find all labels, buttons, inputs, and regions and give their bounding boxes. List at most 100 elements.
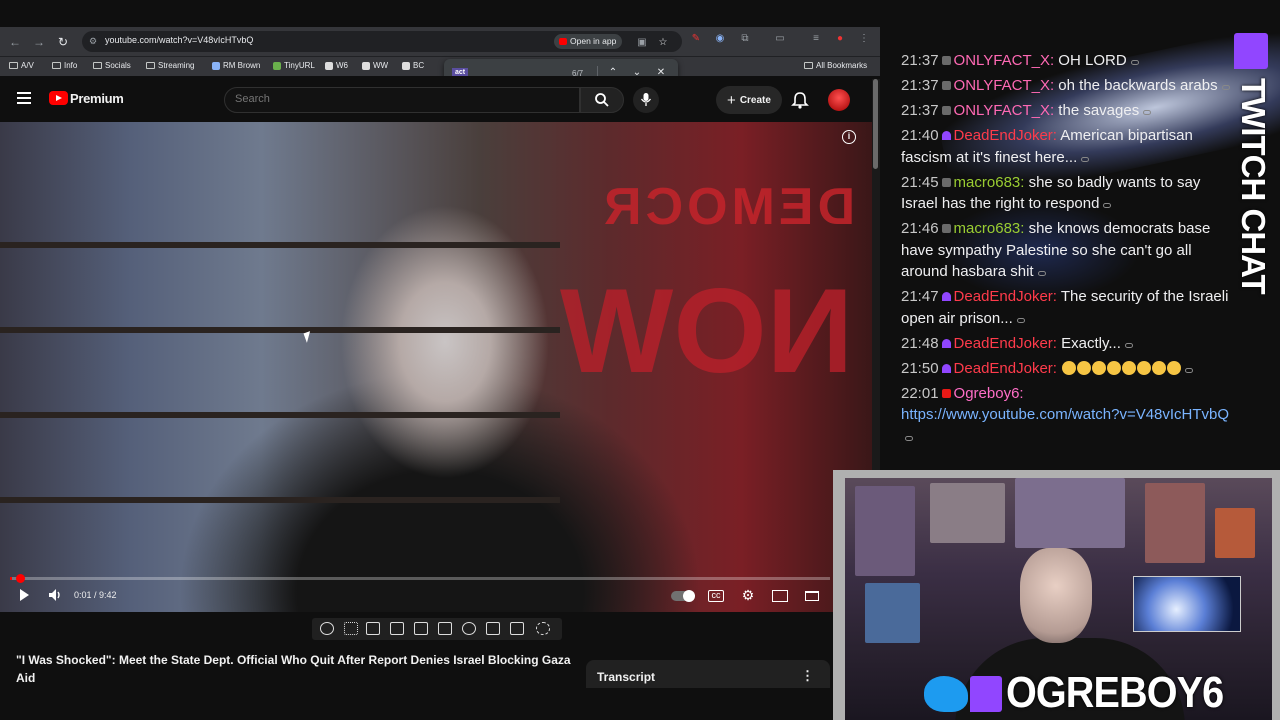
bookmark-star-icon[interactable]: ☆	[657, 37, 669, 49]
chat-message: 22:01 Ogreboy6: https://www.youtube.com/w…	[901, 383, 1236, 448]
extension-audio-icon[interactable]: ◉	[714, 33, 726, 45]
voice-search-button[interactable]	[633, 87, 659, 113]
info-icon[interactable]: i	[842, 130, 856, 144]
hamburger-menu-icon[interactable]	[17, 92, 31, 104]
wall-poster	[1015, 478, 1125, 548]
scrubber-handle[interactable]	[16, 574, 25, 583]
open-in-app-button[interactable]: Open in app	[554, 34, 623, 49]
chat-username[interactable]: DeadEndJoker:	[954, 127, 1057, 144]
user-badge-icon	[941, 106, 951, 115]
twitch-chat-overlay: 21:37 ONLYFACT_X: OH LORD 21:37 ONLYFACT_X:…	[880, 0, 1280, 470]
cast-icon[interactable]: ▭	[774, 33, 786, 45]
install-icon[interactable]: ▣	[636, 37, 648, 49]
audio-mode-icon[interactable]	[344, 622, 358, 635]
screenshot-icon[interactable]	[366, 622, 380, 635]
bookmark-streaming[interactable]: Streaming	[146, 61, 194, 70]
site-info-icon[interactable]: ⚙	[89, 36, 99, 46]
miniplayer-icon[interactable]	[772, 590, 788, 602]
chat-username[interactable]: DeadEndJoker:	[954, 288, 1057, 305]
media-icon[interactable]: ≡	[810, 33, 822, 45]
search-field[interactable]	[224, 87, 580, 113]
folder-icon	[9, 62, 18, 69]
bookmark-info[interactable]: Info	[52, 61, 77, 70]
chat-username[interactable]: DeadEndJoker:	[954, 360, 1057, 377]
chat-timestamp: 21:46	[901, 220, 939, 237]
user-badge-icon	[941, 177, 951, 187]
captions-icon[interactable]: cc	[708, 590, 724, 602]
folder-icon	[804, 62, 813, 69]
chat-message-list: 21:37 ONLYFACT_X: OH LORD 21:37 ONLYFACT_X:…	[901, 50, 1236, 451]
message-indicator-icon	[1185, 367, 1194, 373]
video-progress-bar[interactable]	[10, 574, 830, 583]
chat-username[interactable]: ONLYFACT_X:	[954, 77, 1055, 94]
site-icon	[402, 61, 410, 70]
search-icon	[595, 93, 609, 107]
profile-icon[interactable]: ●	[834, 33, 846, 45]
user-badge-icon	[941, 131, 951, 140]
chat-link[interactable]: https://www.youtube.com/watch?v=V48vIcHT…	[901, 406, 1229, 423]
extension-pen-icon[interactable]: ✎	[690, 33, 702, 45]
chat-username[interactable]: macro683:	[954, 174, 1025, 191]
user-badge-icon	[941, 81, 951, 90]
address-bar[interactable]: ⚙ youtube.com/watch?v=V48vIcHTvbQ Open i…	[82, 31, 682, 52]
chat-username[interactable]: ONLYFACT_X:	[954, 102, 1055, 119]
studio-sign-text: DEMOCR	[600, 178, 856, 236]
play-icon[interactable]	[15, 587, 33, 603]
wall-poster	[930, 483, 1005, 543]
laughing-emote-icon	[1077, 360, 1092, 375]
speed-icon[interactable]	[462, 622, 476, 635]
gear-icon[interactable]	[536, 622, 550, 635]
laughing-emote-icon	[1062, 360, 1077, 375]
bookmark-ww[interactable]: WW	[362, 61, 388, 70]
transcript-panel[interactable]: Transcript ⋮	[586, 660, 830, 688]
chat-username[interactable]: macro683:	[954, 220, 1025, 237]
add-icon[interactable]	[486, 622, 500, 635]
extensions-icon[interactable]: ⧉	[739, 33, 751, 45]
youtube-logo-icon[interactable]	[49, 91, 68, 105]
scrollbar-thumb[interactable]	[873, 79, 878, 169]
chat-timestamp: 21:45	[901, 173, 939, 191]
bookmark-socials[interactable]: Socials	[93, 61, 131, 70]
youtube-app-icon	[559, 38, 567, 45]
volume-icon[interactable]	[46, 587, 64, 603]
folder-icon	[93, 62, 102, 69]
all-bookmarks[interactable]: All Bookmarks	[804, 61, 867, 70]
search-button[interactable]	[580, 87, 624, 113]
forward-icon[interactable]: →	[28, 31, 50, 53]
progress-fill	[10, 577, 12, 580]
chat-username[interactable]: ONLYFACT_X:	[954, 52, 1055, 69]
bookmark-w6[interactable]: W6	[325, 61, 348, 70]
clapper-icon[interactable]	[390, 622, 404, 635]
video-player[interactable]: DEMOCR NOW i	[0, 122, 872, 612]
autoplay-toggle[interactable]	[671, 590, 695, 602]
more-options-icon[interactable]: ⋮	[801, 668, 814, 684]
bookmark-bc[interactable]: BC	[402, 61, 424, 70]
crop-icon[interactable]	[438, 622, 452, 635]
create-button[interactable]: + Create	[716, 86, 782, 114]
browser-menu-icon[interactable]: ⋮	[858, 33, 870, 45]
back-icon[interactable]: ←	[4, 31, 26, 53]
notifications-bell-icon[interactable]	[790, 90, 810, 110]
bookmark-av[interactable]: A/V	[9, 61, 34, 70]
youtube-brand[interactable]: Premium	[70, 91, 124, 106]
bookmark-tinyurl[interactable]: TinyURL	[273, 61, 315, 70]
account-avatar[interactable]	[828, 89, 850, 111]
loop-icon[interactable]	[320, 622, 334, 635]
pip-icon[interactable]	[414, 622, 428, 635]
search-input[interactable]	[235, 93, 565, 105]
chat-username[interactable]: Ogreboy6:	[954, 385, 1024, 402]
bookshelf	[0, 327, 560, 333]
chat-username[interactable]: DeadEndJoker:	[954, 335, 1057, 352]
settings-gear-icon[interactable]: ⚙	[739, 587, 757, 604]
plus-icon: +	[727, 91, 736, 109]
bookmark-rm-brown[interactable]: RM Brown	[212, 61, 260, 70]
camera-icon[interactable]	[510, 622, 524, 635]
theater-mode-icon[interactable]	[805, 591, 819, 601]
chat-text: Exactly...	[1056, 334, 1121, 352]
user-badge-icon	[941, 338, 951, 348]
user-badge-icon	[941, 56, 951, 65]
reload-icon[interactable]: ↻	[52, 31, 74, 53]
user-badge-icon	[941, 363, 951, 373]
message-indicator-icon	[905, 435, 913, 441]
wall-poster	[865, 583, 920, 643]
